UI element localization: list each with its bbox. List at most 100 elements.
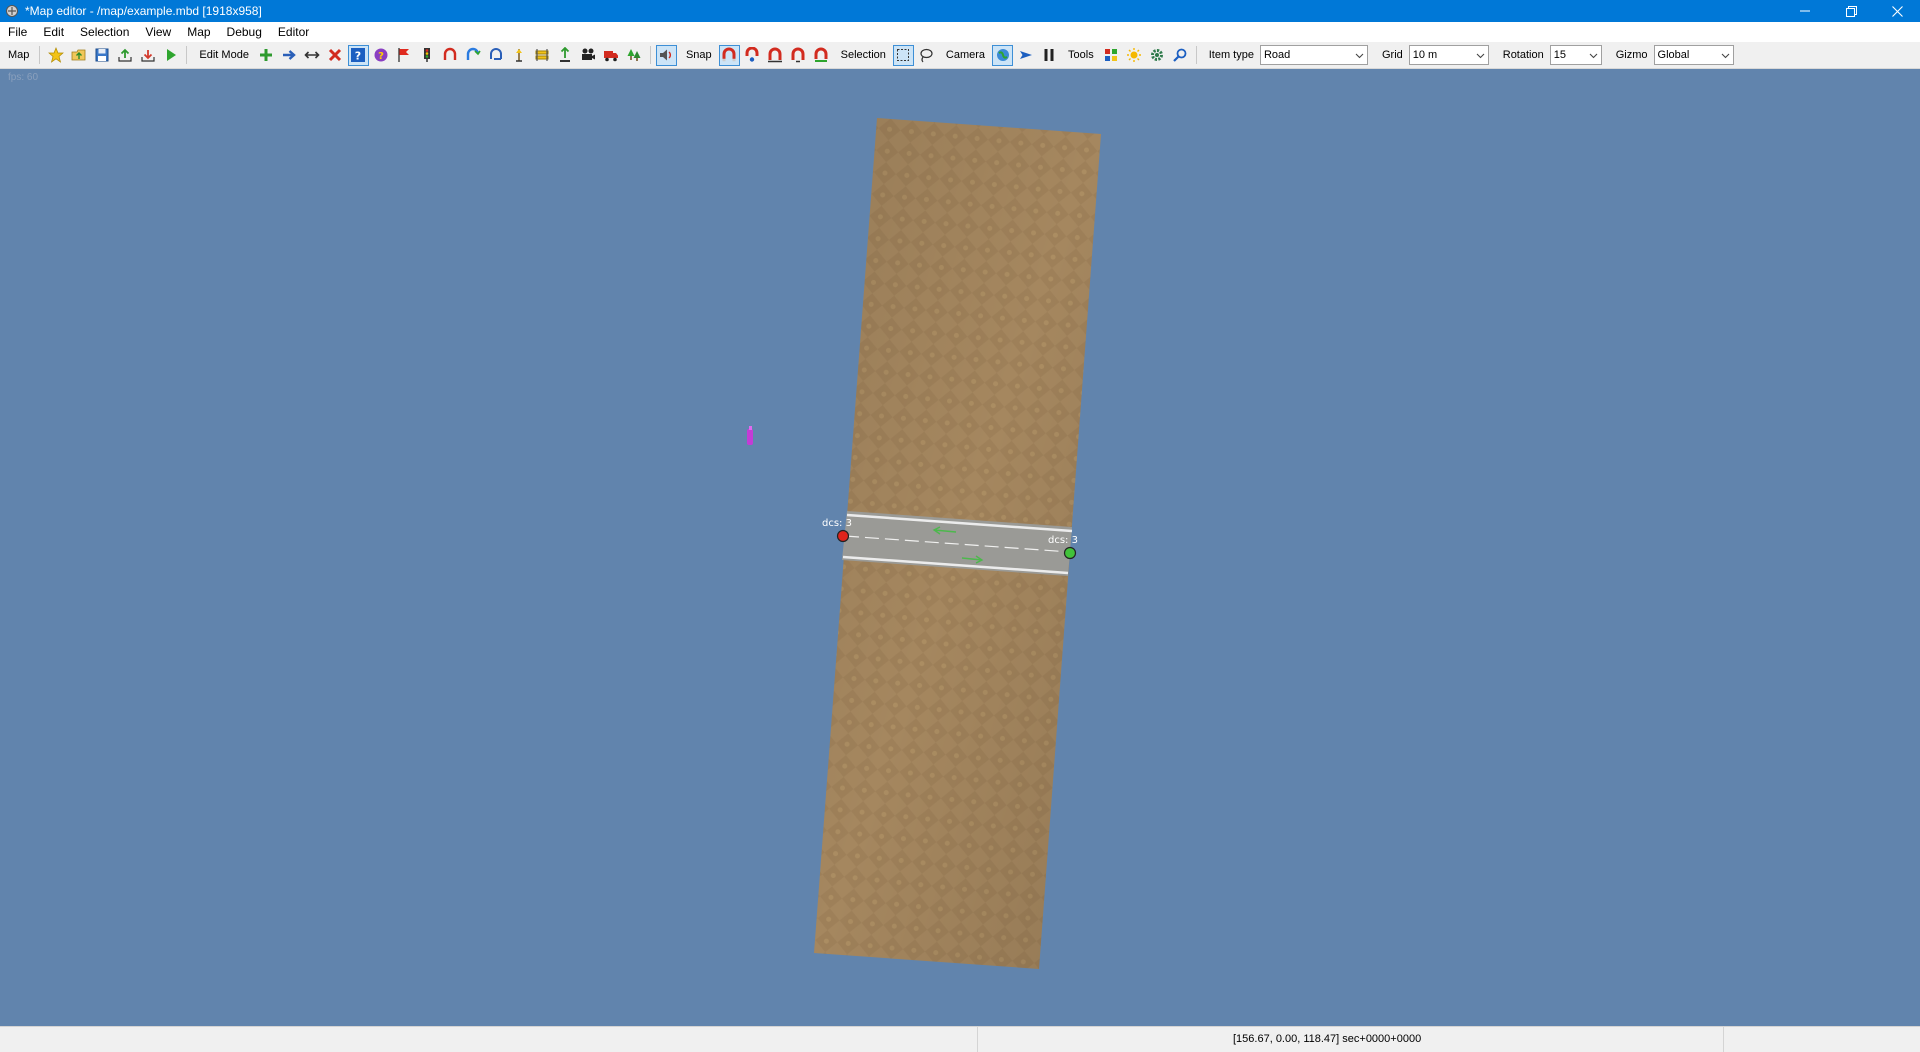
marker-object[interactable] (747, 426, 753, 445)
gear-icon (1151, 49, 1164, 61)
toolbar-separator (39, 46, 41, 64)
import-button[interactable] (137, 45, 158, 66)
search-button[interactable] (1170, 45, 1191, 66)
vehicle-button[interactable] (601, 45, 622, 66)
open-map-button[interactable] (68, 45, 89, 66)
svg-text:?: ? (379, 51, 385, 62)
rect-select-icon (897, 49, 910, 61)
menu-view[interactable]: View (137, 22, 179, 42)
menu-map[interactable]: Map (179, 22, 218, 42)
title-bar: *Map editor - /map/example.mbd [1918x958… (0, 0, 1920, 22)
save-map-button[interactable] (91, 45, 112, 66)
top-camera-button[interactable] (1015, 45, 1036, 66)
edit-mode-label: Edit Mode (199, 49, 249, 61)
flag-icon (398, 48, 410, 62)
play-icon (166, 49, 176, 61)
help-button[interactable]: ? (371, 45, 392, 66)
free-camera-button[interactable] (992, 44, 1014, 66)
rotation-label: Rotation (1502, 49, 1544, 61)
map-viewport[interactable]: fps: 60 dcs: 3 dcs: 3 (0, 69, 1920, 1026)
magnet-icon (722, 47, 736, 62)
road-start-node[interactable] (836, 529, 850, 543)
connect-button[interactable] (302, 45, 323, 66)
curve-red-button[interactable] (440, 45, 461, 66)
viewport-canvas: dcs: 3 dcs: 3 (747, 118, 1101, 969)
snap-label: Snap (685, 49, 712, 61)
move-item-button[interactable] (279, 45, 300, 66)
movie-camera-icon (582, 48, 596, 60)
menu-editor[interactable]: Editor (270, 22, 317, 42)
info-mode-button[interactable]: ? (347, 44, 369, 66)
toolbar-separator (649, 46, 651, 64)
speaker-icon (660, 49, 672, 61)
rect-select-button[interactable] (892, 44, 914, 66)
rotation-select[interactable]: 15 (1549, 45, 1602, 65)
menu-selection[interactable]: Selection (72, 22, 137, 42)
curve-red-icon (444, 47, 457, 60)
traffic-button[interactable] (417, 45, 438, 66)
snap-item-button[interactable] (788, 45, 809, 66)
globe-icon (996, 49, 1009, 61)
window-title: *Map editor - /map/example.mbd [1918x958… (25, 4, 262, 18)
traffic-light-icon (424, 48, 431, 62)
snap-grid-button[interactable] (718, 44, 740, 66)
download-icon (141, 50, 155, 62)
snap-node-button[interactable] (742, 45, 763, 66)
menu-file[interactable]: File (0, 22, 35, 42)
minimize-button[interactable] (1782, 0, 1828, 22)
settings-button[interactable] (1147, 45, 1168, 66)
chevron-down-icon (1476, 53, 1485, 58)
fence-icon (535, 49, 549, 61)
save-icon (95, 48, 109, 62)
snap-terrain-button[interactable] (811, 45, 832, 66)
upload-icon (118, 48, 132, 62)
item-type-select[interactable]: Road (1259, 45, 1368, 65)
grid-select[interactable]: 10 m (1408, 45, 1489, 65)
model-button[interactable] (555, 45, 576, 66)
snap-road-button[interactable] (765, 45, 786, 66)
lasso-icon (920, 48, 934, 63)
sound-button[interactable] (655, 44, 677, 66)
rotation-value: 15 (1553, 49, 1566, 61)
star-icon (47, 47, 64, 63)
prefab-icon (490, 48, 503, 60)
menu-debug[interactable]: Debug (219, 22, 270, 42)
tools-label: Tools (1068, 49, 1094, 61)
magnet-terrain-icon (814, 47, 828, 62)
flag-button[interactable] (394, 45, 415, 66)
gizmo-label: Gizmo (1615, 49, 1648, 61)
camera-label: Camera (945, 49, 986, 61)
pause-icon (1044, 49, 1054, 61)
prefab-button[interactable] (486, 45, 507, 66)
building-button[interactable] (532, 45, 553, 66)
delete-button[interactable] (325, 45, 346, 66)
pause-button[interactable] (1038, 45, 1059, 66)
new-map-button[interactable] (45, 45, 66, 66)
road-end-node[interactable] (1063, 546, 1077, 560)
plus-icon (260, 49, 273, 61)
toolbar: Map Edit Mode ? ? Snap Selection Camera … (0, 42, 1920, 69)
palette-button[interactable] (1101, 45, 1122, 66)
close-button[interactable] (1874, 0, 1920, 22)
svg-text:?: ? (355, 50, 361, 63)
start-node-label: dcs: 3 (822, 518, 852, 529)
menu-edit[interactable]: Edit (35, 22, 72, 42)
app-icon (6, 5, 18, 17)
camera-path-button[interactable] (578, 45, 599, 66)
grid-value: 10 m (1412, 49, 1438, 61)
add-item-button[interactable] (256, 45, 277, 66)
export-button[interactable] (114, 45, 135, 66)
magnet-item-icon (791, 47, 805, 63)
lasso-select-button[interactable] (916, 45, 937, 66)
restore-button[interactable] (1828, 0, 1874, 22)
arrow-right-icon (283, 50, 297, 60)
curve-blue-button[interactable] (463, 45, 484, 66)
menu-bar: File Edit Selection View Map Debug Edito… (0, 22, 1920, 42)
toolbar-separator (1195, 46, 1197, 64)
play-button[interactable] (160, 45, 181, 66)
vegetation-button[interactable] (624, 45, 645, 66)
sign-button[interactable] (509, 45, 530, 66)
map-label: Map (8, 49, 30, 61)
gizmo-select[interactable]: Global (1653, 45, 1734, 65)
sun-button[interactable] (1124, 45, 1145, 66)
